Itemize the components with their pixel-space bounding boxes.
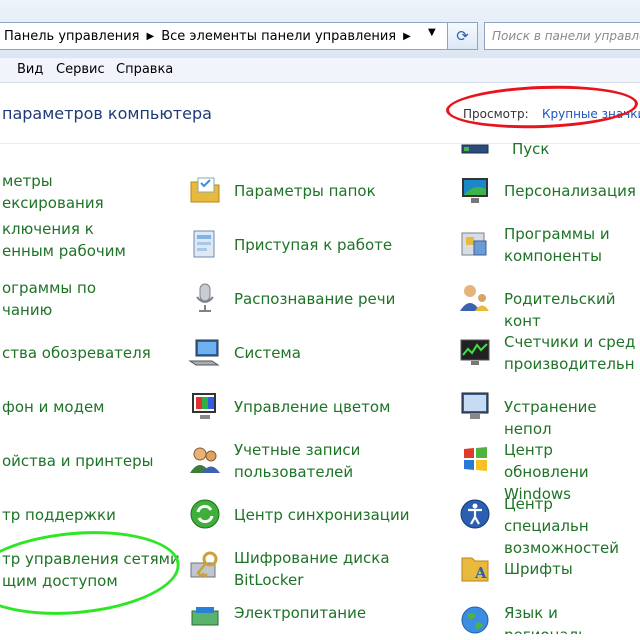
item-ease-of-access[interactable]: Центр специальн возможностей xyxy=(504,493,640,559)
page-title: параметров компьютера xyxy=(2,104,212,123)
menu-bar: Вид Сервис Справка xyxy=(0,58,640,83)
menu-view[interactable]: Вид xyxy=(17,62,43,77)
col1-item-line[interactable]: ограммы по xyxy=(2,277,96,299)
power-options-icon[interactable] xyxy=(188,601,222,635)
bitlocker-key-icon[interactable] xyxy=(188,549,222,583)
svg-text:A: A xyxy=(474,564,487,582)
item-sync-center[interactable]: Центр синхронизации xyxy=(234,504,410,526)
personalization-icon[interactable] xyxy=(458,173,492,207)
breadcrumb-control-panel[interactable]: Панель управления xyxy=(4,29,140,44)
address-field[interactable]: Панель управления ▶ Все элементы панели … xyxy=(0,22,448,50)
programs-features-icon[interactable] xyxy=(458,227,492,261)
col1-item-line[interactable]: ексирования xyxy=(2,192,104,214)
troubleshooting-icon[interactable] xyxy=(458,389,492,423)
menu-tools[interactable]: Сервис xyxy=(56,62,105,77)
breadcrumb-arrow-icon[interactable]: ▶ xyxy=(403,31,411,42)
refresh-button[interactable]: ⟳ xyxy=(448,22,478,50)
item-troubleshooting[interactable]: Устранение непол xyxy=(504,396,640,440)
search-input[interactable]: Поиск в панели управлен xyxy=(484,22,640,50)
item-fonts[interactable]: Шрифты xyxy=(504,558,573,580)
folder-options-icon[interactable] xyxy=(188,173,222,207)
windows-update-icon[interactable] xyxy=(458,443,492,477)
color-management-icon[interactable] xyxy=(188,389,222,423)
getting-started-icon[interactable] xyxy=(188,227,222,261)
item-personalization[interactable]: Персонализация xyxy=(504,180,636,202)
breadcrumb-arrow-icon[interactable]: ▶ xyxy=(147,31,155,42)
taskbar-start-icon[interactable] xyxy=(458,143,492,163)
item-getting-started[interactable]: Приступая к работе xyxy=(234,234,392,256)
microphone-icon[interactable] xyxy=(188,281,222,315)
computer-icon[interactable] xyxy=(188,335,222,369)
col1-item-line[interactable]: фон и модем xyxy=(2,396,105,418)
col1-item-line[interactable]: чанию xyxy=(2,299,52,321)
item-folder-options[interactable]: Параметры папок xyxy=(234,180,376,202)
item-bitlocker[interactable]: Шифрование диска BitLocker xyxy=(234,547,390,591)
col1-item-line[interactable]: метры xyxy=(2,170,53,192)
item-color-management[interactable]: Управление цветом xyxy=(234,396,390,418)
performance-icon[interactable] xyxy=(458,335,492,369)
item-system[interactable]: Система xyxy=(234,342,301,364)
item-user-accounts[interactable]: Учетные записи пользователей xyxy=(234,439,360,483)
col1-item-line[interactable]: ства обозревателя xyxy=(2,342,151,364)
col1-item-line[interactable]: ключения к xyxy=(2,218,94,240)
item-parental-controls[interactable]: Родительский конт xyxy=(504,288,640,332)
region-language-icon[interactable] xyxy=(458,603,492,637)
breadcrumb-all-items[interactable]: Все элементы панели управления xyxy=(161,29,396,44)
item-speech-recognition[interactable]: Распознавание речи xyxy=(234,288,395,310)
bottom-edge xyxy=(0,634,640,640)
col1-item-line[interactable]: енным рабочим xyxy=(2,240,126,262)
user-accounts-icon[interactable] xyxy=(188,443,222,477)
address-dropdown-icon[interactable]: ▼ xyxy=(428,27,436,38)
item-taskbar-start[interactable]: Пуск xyxy=(512,143,549,160)
fonts-icon[interactable]: A xyxy=(458,551,492,585)
menu-help[interactable]: Справка xyxy=(116,62,173,77)
item-power-options[interactable]: Электропитание xyxy=(234,602,366,624)
address-bar: Панель управления ▶ Все элементы панели … xyxy=(0,0,640,59)
ease-of-access-icon[interactable] xyxy=(458,497,492,531)
item-performance[interactable]: Счетчики и сред производительн xyxy=(504,331,635,375)
item-programs-features[interactable]: Программы и компоненты xyxy=(504,223,610,267)
refresh-icon: ⟳ xyxy=(456,27,469,45)
col1-item-line[interactable]: тр поддержки xyxy=(2,504,116,526)
parental-controls-icon[interactable] xyxy=(458,281,492,315)
search-placeholder: Поиск в панели управлен xyxy=(492,29,640,43)
sync-center-icon[interactable] xyxy=(188,497,222,531)
col1-item-line[interactable]: ойства и принтеры xyxy=(2,450,153,472)
